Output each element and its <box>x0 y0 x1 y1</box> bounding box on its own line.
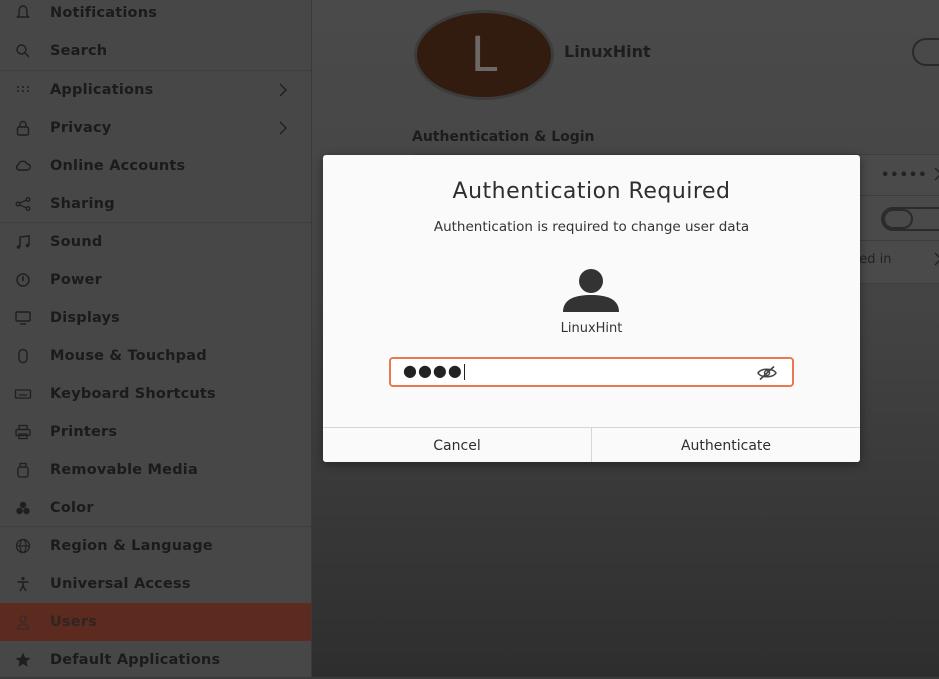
authentication-dialog: Authentication Required Authentication i… <box>323 155 860 462</box>
power-icon <box>13 270 33 290</box>
display-icon <box>13 308 33 328</box>
search-icon <box>13 41 33 61</box>
keyboard-icon <box>13 384 33 404</box>
sidebar-item-default-applications[interactable]: Default Applications <box>0 641 311 679</box>
sidebar-item-notifications[interactable]: Notifications <box>0 0 311 32</box>
lock-icon <box>13 118 33 138</box>
share-icon <box>13 194 33 214</box>
sidebar-item-label: Region & Language <box>50 538 213 554</box>
sidebar-item-label: Sound <box>50 234 103 250</box>
removable-media-icon <box>13 460 33 480</box>
toggle-knob <box>883 209 913 229</box>
dialog-title: Authentication Required <box>452 179 731 204</box>
avatar[interactable]: L <box>414 10 554 100</box>
chevron-right-icon <box>279 121 287 135</box>
password-dots: ●●●● <box>403 361 465 380</box>
sidebar-item-label: Universal Access <box>50 576 191 592</box>
dialog-subtitle: Authentication is required to change use… <box>433 219 750 235</box>
sidebar-item-label: Users <box>50 614 98 630</box>
music-note-icon <box>13 232 33 252</box>
chevron-right-icon <box>934 167 939 181</box>
sidebar-item-label: Search <box>50 43 108 59</box>
chevron-right-icon <box>934 252 939 266</box>
sidebar-item-label: Online Accounts <box>50 158 186 174</box>
sidebar-item-label: Printers <box>50 424 118 440</box>
bell-icon <box>13 3 33 23</box>
sidebar-item-power[interactable]: Power <box>0 261 311 299</box>
sidebar-item-users[interactable]: Users <box>0 603 311 641</box>
sidebar-item-online-accounts[interactable]: Online Accounts <box>0 147 311 185</box>
password-row-value[interactable]: ••••• <box>881 168 928 183</box>
cloud-icon <box>13 156 33 176</box>
sidebar-item-label: Power <box>50 272 102 288</box>
sidebar-item-keyboard-shortcuts[interactable]: Keyboard Shortcuts <box>0 375 311 413</box>
chevron-right-icon <box>279 83 287 97</box>
section-title: Authentication & Login <box>412 129 595 145</box>
eye-slash-icon[interactable] <box>756 364 778 382</box>
sidebar-item-label: Applications <box>50 82 154 98</box>
authenticate-button[interactable]: Authenticate <box>591 428 860 462</box>
sidebar-item-search[interactable]: Search <box>0 32 311 70</box>
edit-name-button[interactable] <box>912 38 939 66</box>
sidebar-item-region-language[interactable]: Region & Language <box>0 527 311 565</box>
sidebar-item-printers[interactable]: Printers <box>0 413 311 451</box>
sidebar-item-displays[interactable]: Displays <box>0 299 311 337</box>
sidebar-item-mouse-touchpad[interactable]: Mouse & Touchpad <box>0 337 311 375</box>
printer-icon <box>13 422 33 442</box>
user-icon <box>563 269 619 312</box>
sidebar-item-sound[interactable]: Sound <box>0 223 311 261</box>
sidebar-item-label: Displays <box>50 310 121 326</box>
user-name: LinuxHint <box>564 42 651 61</box>
sidebar-item-label: Sharing <box>50 196 115 212</box>
sidebar-item-label: Removable Media <box>50 462 198 478</box>
sidebar-item-label: Keyboard Shortcuts <box>50 386 216 402</box>
sidebar-item-label: Notifications <box>50 5 158 21</box>
sidebar-item-color[interactable]: Color <box>0 489 311 527</box>
sidebar-item-removable-media[interactable]: Removable Media <box>0 451 311 489</box>
dialog-username: LinuxHint <box>560 321 623 336</box>
avatar-letter: L <box>414 10 554 100</box>
sidebar-item-label: Default Applications <box>50 652 221 668</box>
accessibility-icon <box>13 574 33 594</box>
auto-login-toggle[interactable] <box>881 207 939 231</box>
sidebar-item-universal-access[interactable]: Universal Access <box>0 565 311 603</box>
sidebar-item-applications[interactable]: Applications <box>0 71 311 109</box>
sidebar-item-label: Mouse & Touchpad <box>50 348 207 364</box>
dialog-button-bar: Cancel Authenticate <box>323 427 860 462</box>
color-icon <box>13 498 33 518</box>
user-icon <box>13 612 33 632</box>
mouse-icon <box>13 346 33 366</box>
cancel-button[interactable]: Cancel <box>323 428 591 462</box>
sidebar-item-label: Privacy <box>50 120 112 136</box>
settings-sidebar: Notifications Search Applications Privac… <box>0 0 312 677</box>
star-icon <box>13 650 33 670</box>
sidebar-item-sharing[interactable]: Sharing <box>0 185 311 223</box>
sidebar-item-label: Color <box>50 500 94 516</box>
globe-icon <box>13 536 33 556</box>
sidebar-item-privacy[interactable]: Privacy <box>0 109 311 147</box>
password-input[interactable]: ●●●● <box>389 357 794 387</box>
grid-icon <box>13 80 33 100</box>
